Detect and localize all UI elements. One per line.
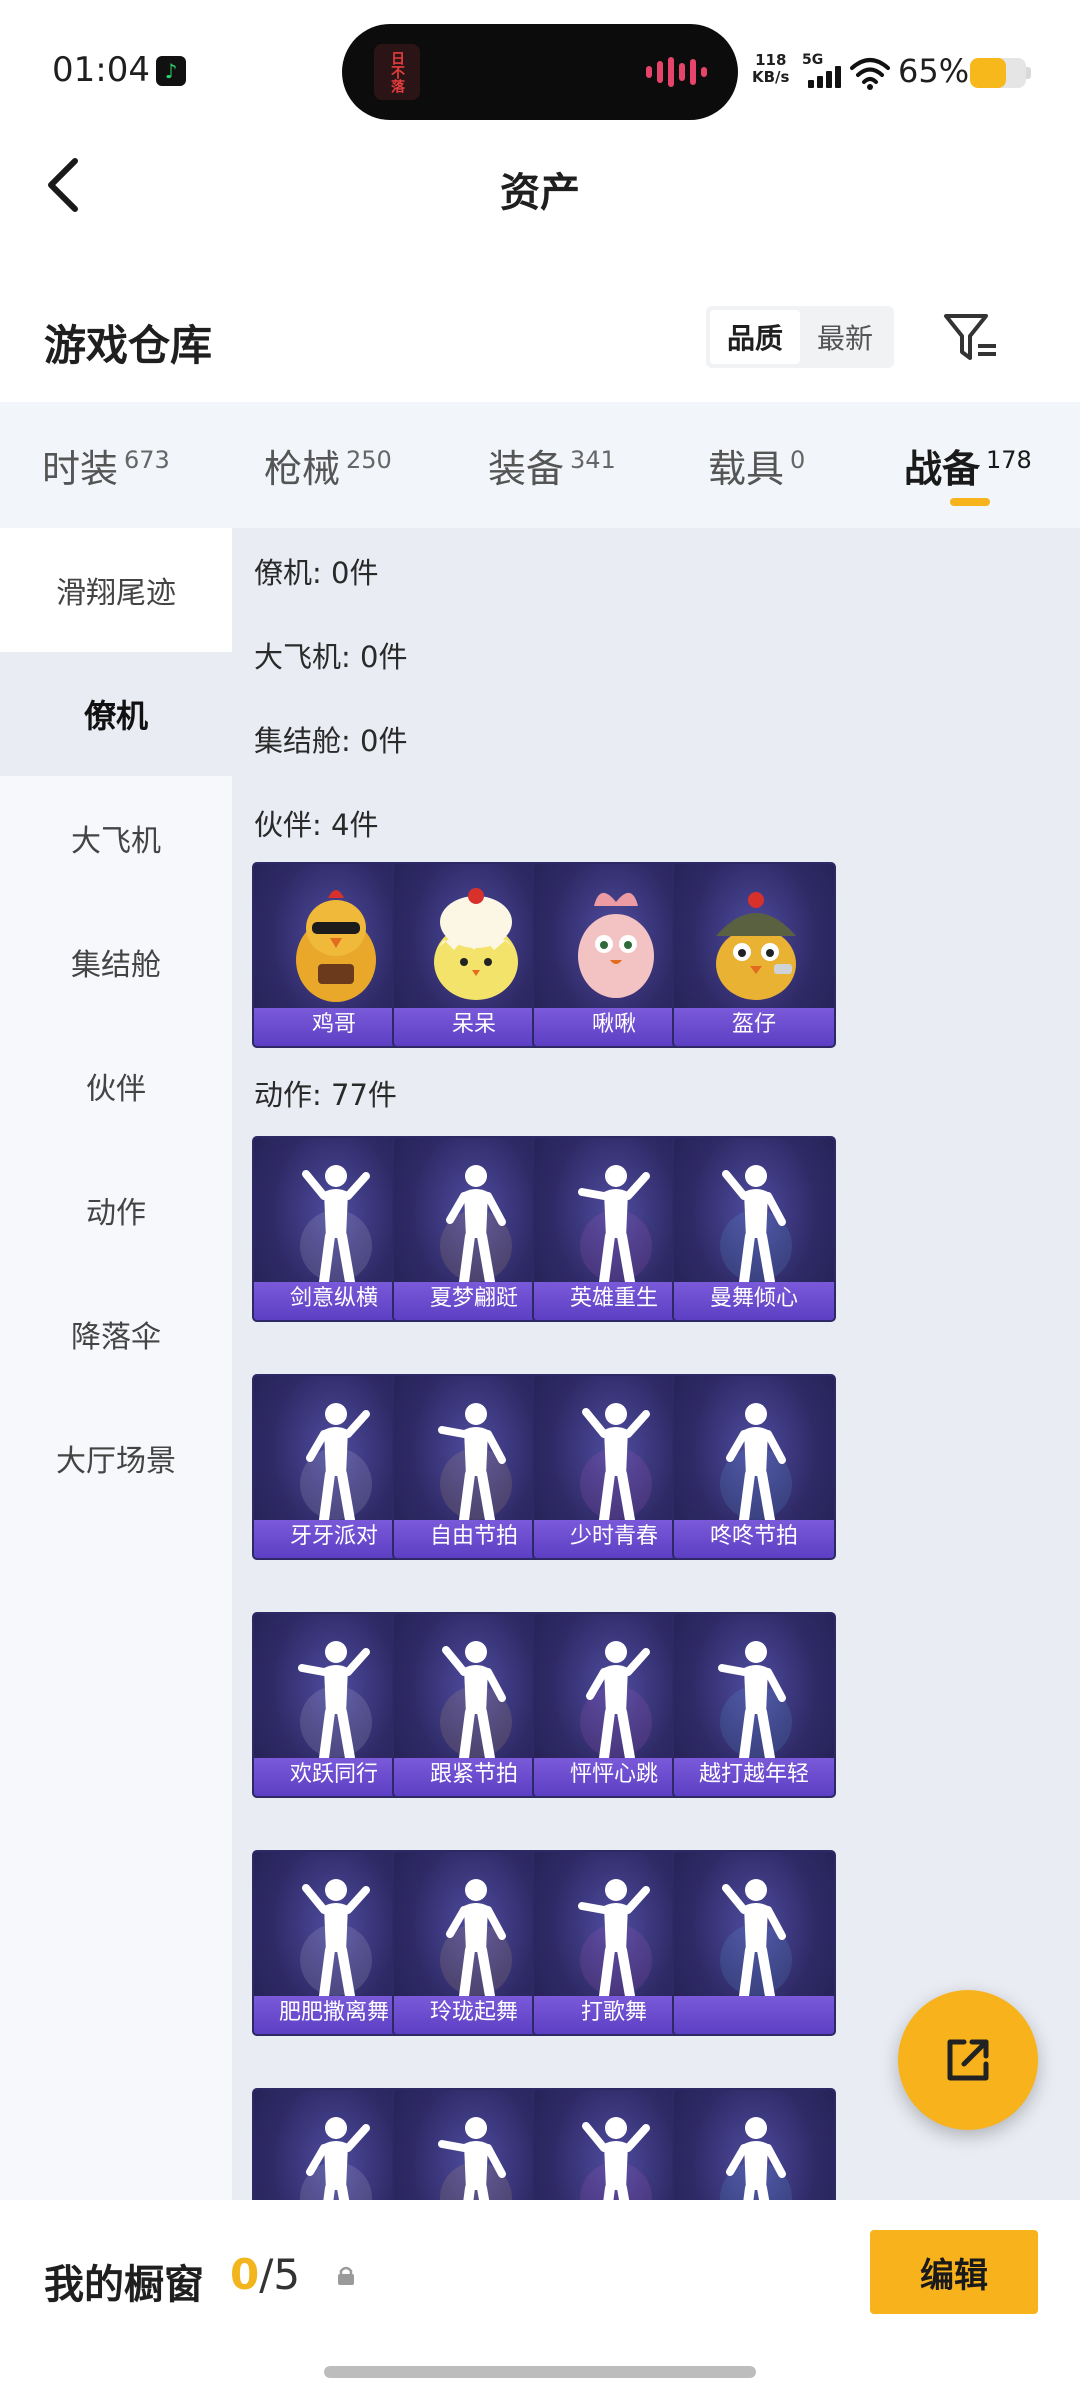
section-label-wingman: 僚机: 0件 bbox=[254, 556, 379, 590]
share-external-icon bbox=[947, 2039, 989, 2081]
section-label-assembly-pod: 集结舱: 0件 bbox=[254, 724, 408, 758]
sort-toggle: 品质 最新 bbox=[706, 306, 894, 368]
tab-battle-prep[interactable]: 战备 178 bbox=[904, 438, 1032, 493]
card-name: 越打越年轻 bbox=[698, 1762, 809, 1787]
card-name: 少时青春 bbox=[569, 1524, 658, 1549]
emote-card[interactable] bbox=[672, 1850, 836, 2036]
signal-icon bbox=[808, 66, 842, 88]
card-name: 自由节拍 bbox=[429, 1524, 518, 1549]
card-name: 肥肥撒离舞 bbox=[278, 2000, 389, 2025]
battery-tip bbox=[1026, 67, 1031, 79]
section-label-big-plane: 大飞机: 0件 bbox=[254, 640, 408, 674]
side-nav: 滑翔尾迹 僚机 大飞机 集结舱 伙伴 动作 降落伞 大厅场景 bbox=[0, 528, 232, 2200]
status-bar: 01:04 ♪ 日不落 118 KB/s 5G 65% bbox=[0, 0, 1080, 130]
filter-icon bbox=[944, 314, 996, 360]
tab-equipment[interactable]: 装备 341 bbox=[488, 438, 616, 493]
showcase-label: 我的橱窗 bbox=[44, 2262, 204, 2308]
section-label-emote: 动作: 77件 bbox=[254, 1078, 397, 1112]
battery-percent: 65% bbox=[898, 52, 970, 90]
category-tabs: 时装 673 枪械 250 装备 341 载具 0 战备 178 bbox=[0, 402, 1080, 528]
music-app-icon: ♪ bbox=[156, 56, 186, 86]
side-item-wingman[interactable]: 僚机 bbox=[0, 652, 232, 776]
card-name: 牙牙派对 bbox=[289, 1524, 378, 1549]
now-playing-thumbnail: 日不落 bbox=[374, 44, 420, 100]
side-item-big-plane[interactable]: 大飞机 bbox=[0, 776, 232, 900]
card-name: 曼舞倾心 bbox=[709, 1286, 798, 1311]
section-label-companion: 伙伴: 4件 bbox=[254, 808, 379, 842]
side-item-parachute[interactable]: 降落伞 bbox=[0, 1272, 232, 1396]
card-name: 咚咚节拍 bbox=[709, 1524, 798, 1549]
edit-button[interactable]: 编辑 bbox=[870, 2230, 1038, 2314]
card-name: 盔仔 bbox=[731, 1012, 776, 1037]
emote-card[interactable]: 咚咚节拍 bbox=[672, 1374, 836, 1560]
sort-option-quality[interactable]: 品质 bbox=[710, 310, 800, 364]
card-name: 夏梦翩跹 bbox=[429, 1286, 518, 1311]
card-name: 啾啾 bbox=[591, 1012, 636, 1037]
active-tab-indicator bbox=[950, 498, 990, 506]
tab-fashion[interactable]: 时装 673 bbox=[42, 438, 170, 493]
content-panel: 僚机: 0件 大飞机: 0件 集结舱: 0件 伙伴: 4件 鸡哥 呆呆 啾啾 盔… bbox=[232, 528, 1080, 2200]
emote-card[interactable]: 曼舞倾心 bbox=[672, 1136, 836, 1322]
warehouse-title: 游戏仓库 bbox=[44, 321, 213, 370]
dancer-silhouette-icon bbox=[720, 1879, 792, 2001]
card-name: 玲珑起舞 bbox=[429, 2000, 518, 2025]
card-name: 欢跃同行 bbox=[289, 1762, 378, 1787]
card-name: 鸡哥 bbox=[311, 1012, 356, 1037]
card-name: 跟紧节拍 bbox=[429, 1762, 518, 1787]
dancer-silhouette-icon bbox=[718, 1641, 792, 1763]
lock-icon bbox=[338, 2266, 354, 2285]
companion-card[interactable]: 盔仔 bbox=[672, 862, 836, 1048]
wifi-icon bbox=[850, 58, 890, 90]
card-name: 英雄重生 bbox=[569, 1286, 658, 1311]
page-header: 资产 bbox=[0, 130, 1080, 240]
filter-button[interactable] bbox=[940, 308, 1000, 366]
card-name: 怦怦心跳 bbox=[569, 1762, 658, 1787]
share-button[interactable] bbox=[898, 1990, 1038, 2130]
battery-icon bbox=[970, 58, 1026, 88]
card-name: 剑意纵横 bbox=[289, 1286, 378, 1311]
side-item-lobby-scene[interactable]: 大厅场景 bbox=[0, 1396, 232, 1520]
side-item-assembly-pod[interactable]: 集结舱 bbox=[0, 900, 232, 1024]
network-speed: 118 KB/s bbox=[752, 51, 790, 86]
dynamic-island[interactable]: 日不落 bbox=[342, 24, 738, 120]
page-title: 资产 bbox=[500, 170, 580, 216]
tab-vehicles[interactable]: 载具 0 bbox=[708, 438, 805, 493]
card-name bbox=[674, 1996, 834, 2030]
card-name: 呆呆 bbox=[451, 1012, 496, 1037]
showcase-count: 0/5 bbox=[230, 2250, 301, 2299]
side-item-glide-trail[interactable]: 滑翔尾迹 bbox=[0, 528, 232, 652]
battery-fill bbox=[970, 58, 1007, 88]
side-item-emote[interactable]: 动作 bbox=[0, 1148, 232, 1272]
emote-card[interactable]: 越打越年轻 bbox=[672, 1612, 836, 1798]
tab-weapons[interactable]: 枪械 250 bbox=[264, 438, 392, 493]
dancer-silhouette-icon bbox=[720, 2117, 792, 2200]
card-name: 打歌舞 bbox=[580, 2000, 647, 2025]
dancer-silhouette-icon bbox=[720, 1403, 792, 1525]
bottom-bar: 我的橱窗 0/5 编辑 bbox=[0, 2200, 1080, 2400]
audio-wave-icon bbox=[646, 56, 708, 88]
dancer-silhouette-icon bbox=[720, 1165, 792, 1287]
side-item-companion[interactable]: 伙伴 bbox=[0, 1024, 232, 1148]
emote-card[interactable] bbox=[672, 2088, 836, 2200]
status-time: 01:04 bbox=[52, 50, 150, 90]
sort-option-newest[interactable]: 最新 bbox=[800, 310, 890, 364]
home-indicator[interactable] bbox=[324, 2366, 756, 2378]
chicken-helmet-icon bbox=[716, 892, 796, 1000]
